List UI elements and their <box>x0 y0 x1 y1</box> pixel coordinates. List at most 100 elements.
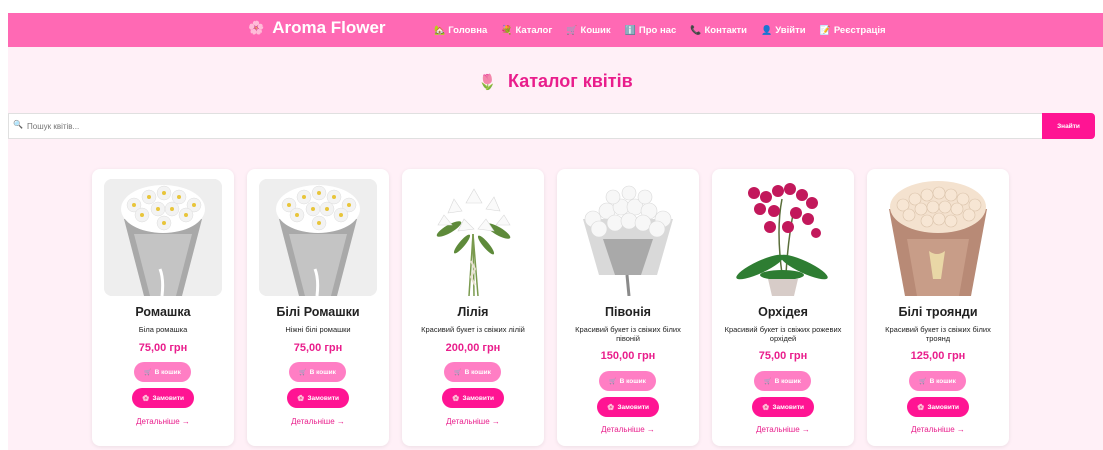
product-title: Лілія <box>457 305 489 319</box>
nav-item-about[interactable]: ℹ️ Про нас <box>625 25 677 36</box>
nav-label: Про нас <box>638 24 677 36</box>
product-description: Красивий букет із свіжих білих півоній <box>575 325 681 343</box>
page-title: 🌷 Каталог квітів <box>8 71 1103 92</box>
details-link[interactable]: Детальніше → <box>712 425 854 434</box>
button-label: Замовити <box>152 394 185 402</box>
product-card: Білі Ромашки Ніжні білі ромашки 75,00 гр… <box>247 169 389 446</box>
product-image[interactable] <box>879 179 997 296</box>
product-description: Красивий букет із свіжих рожевих орхідей <box>724 325 842 343</box>
nav-item-contacts[interactable]: 📞 Контакти <box>690 25 747 36</box>
product-description: Ніжні білі ромашки <box>285 325 351 334</box>
search-input[interactable] <box>8 113 1042 139</box>
cart-icon: 🛒 <box>919 378 927 385</box>
flower-icon: 🌸 <box>451 395 460 402</box>
nav-item-register[interactable]: 📝 Реєстрація <box>820 25 886 36</box>
product-price: 200,00 грн <box>445 342 501 354</box>
user-icon: 👤 <box>761 24 773 35</box>
order-button[interactable]: 🌸 Замовити <box>907 397 969 417</box>
memo-icon: 📝 <box>819 24 831 35</box>
page-title-text: Каталог квітів <box>508 71 633 91</box>
details-link[interactable]: Детальніше → <box>247 417 389 426</box>
button-label: В кошик <box>929 377 956 385</box>
button-label: Замовити <box>927 403 960 411</box>
nav-label: Головна <box>448 24 488 36</box>
nav-item-login[interactable]: 👤 Увійти <box>761 25 806 36</box>
nav-label: Кошик <box>580 24 611 36</box>
order-button[interactable]: 🌸 Замовити <box>287 388 349 408</box>
order-button[interactable]: 🌸 Замовити <box>132 388 194 408</box>
search-icon: 🔍 <box>13 120 23 129</box>
product-image[interactable] <box>259 179 377 296</box>
product-description: Красивий букет із свіжих білих троянд <box>885 325 991 343</box>
add-to-cart-button[interactable]: 🛒 В кошик <box>754 371 811 391</box>
flower-icon: 🌸 <box>606 404 615 411</box>
brand-name: Aroma Flower <box>272 18 386 37</box>
flower-icon: 🌸 <box>761 404 770 411</box>
product-price: 75,00 грн <box>293 342 343 354</box>
product-image[interactable] <box>414 179 532 296</box>
product-image[interactable] <box>724 179 842 296</box>
cart-icon: 🛒 <box>566 24 578 35</box>
add-to-cart-button[interactable]: 🛒 В кошик <box>599 371 656 391</box>
tulip-icon: 🌷 <box>478 74 497 91</box>
add-to-cart-button[interactable]: 🛒 В кошик <box>289 362 346 382</box>
product-price: 75,00 грн <box>758 350 808 362</box>
product-title: Півонія <box>605 305 651 319</box>
chamomile-bouquet-image <box>104 179 222 296</box>
button-label: В кошик <box>154 368 181 376</box>
nav-item-cart[interactable]: 🛒 Кошик <box>566 25 610 36</box>
product-card: Лілія Красивий букет із свіжих лілій 200… <box>402 169 544 446</box>
button-label: Замовити <box>307 394 340 402</box>
order-button[interactable]: 🌸 Замовити <box>597 397 659 417</box>
details-link[interactable]: Детальніше → <box>867 425 1009 434</box>
cart-icon: 🛒 <box>144 369 152 376</box>
product-card: Білі троянди Красивий букет із свіжих бі… <box>867 169 1009 446</box>
add-to-cart-button[interactable]: 🛒 В кошик <box>444 362 501 382</box>
button-label: В кошик <box>309 368 336 376</box>
search-button[interactable]: Знайти <box>1042 113 1095 139</box>
button-label: В кошик <box>464 368 491 376</box>
phone-icon: 📞 <box>690 24 702 35</box>
lily-bouquet-image <box>414 179 532 296</box>
navbar: 🌸 Aroma Flower 🏡 Головна 💐 Каталог 🛒 Кош… <box>8 13 1103 47</box>
product-grid: Ромашка Біла ромашка 75,00 грн 🛒 В кошик… <box>92 169 1009 446</box>
button-label: Замовити <box>617 403 650 411</box>
product-title: Білі Ромашки <box>276 305 360 319</box>
product-image[interactable] <box>104 179 222 296</box>
product-price: 75,00 грн <box>138 342 188 354</box>
cart-icon: 🛒 <box>609 378 617 385</box>
cart-icon: 🛒 <box>764 378 772 385</box>
product-title: Орхідея <box>758 305 808 319</box>
nav-item-home[interactable]: 🏡 Головна <box>434 25 487 36</box>
product-title: Білі троянди <box>898 305 978 319</box>
search-bar: 🔍 Знайти <box>8 113 1095 139</box>
flower-icon: 🌸 <box>916 404 925 411</box>
button-label: Замовити <box>462 394 495 402</box>
brand[interactable]: 🌸 Aroma Flower <box>248 18 386 38</box>
flower-icon: 🌸 <box>248 20 265 35</box>
info-icon: ℹ️ <box>624 24 636 35</box>
product-price: 150,00 грн <box>600 350 656 362</box>
button-label: В кошик <box>619 377 646 385</box>
order-button[interactable]: 🌸 Замовити <box>752 397 814 417</box>
flower-icon: 🌸 <box>141 395 150 402</box>
details-link[interactable]: Детальніше → <box>92 417 234 426</box>
cart-icon: 🛒 <box>454 369 462 376</box>
nav-item-catalog[interactable]: 💐 Каталог <box>501 25 552 36</box>
button-label: Замовити <box>772 403 805 411</box>
product-price: 125,00 грн <box>910 350 966 362</box>
details-link[interactable]: Детальніше → <box>402 417 544 426</box>
cart-icon: 🛒 <box>299 369 307 376</box>
chamomile-bouquet-image <box>259 179 377 296</box>
product-card: Півонія Красивий букет із свіжих білих п… <box>557 169 699 446</box>
nav-label: Контакти <box>704 24 748 36</box>
add-to-cart-button[interactable]: 🛒 В кошик <box>134 362 191 382</box>
bouquet-icon: 💐 <box>501 24 513 35</box>
add-to-cart-button[interactable]: 🛒 В кошик <box>909 371 966 391</box>
product-image[interactable] <box>569 179 687 296</box>
details-link[interactable]: Детальніше → <box>557 425 699 434</box>
page: 🌸 Aroma Flower 🏡 Головна 💐 Каталог 🛒 Кош… <box>8 13 1103 450</box>
rose-bouquet-image <box>879 179 997 296</box>
order-button[interactable]: 🌸 Замовити <box>442 388 504 408</box>
nav-menu: 🏡 Головна 💐 Каталог 🛒 Кошик ℹ️ Про нас 📞… <box>434 13 886 47</box>
